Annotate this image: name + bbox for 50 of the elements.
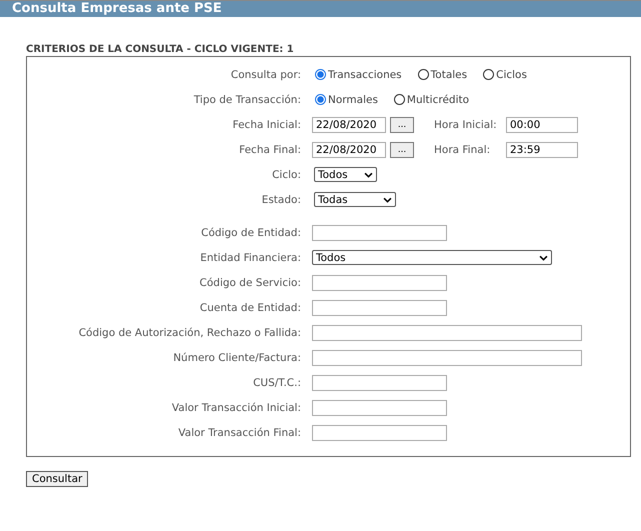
radio-label[interactable]: Multicrédito [406,94,470,106]
radio-label[interactable]: Ciclos [496,68,527,80]
date-field[interactable]: 22/08/2020 [312,142,386,158]
time-field[interactable]: 00:00 [506,116,578,132]
radio-button[interactable] [483,69,494,80]
text-field[interactable] [312,274,447,290]
page-title: Consulta Empresas ante PSE [12,1,222,17]
field-label: Fecha Final: [238,144,302,156]
field-label: Número Cliente/Factura: [172,352,302,364]
radio-button[interactable] [315,94,326,105]
date-field[interactable]: 22/08/2020 [312,116,386,132]
text-field[interactable] [312,374,447,390]
dropdown[interactable]: Todos [312,250,552,265]
dropdown[interactable]: Todas [314,192,396,207]
text-field[interactable] [312,350,582,366]
text-field[interactable] [312,224,447,240]
field-label: Valor Transacción Inicial: [170,402,302,414]
radio-button[interactable] [418,69,429,80]
chevron-down-icon [539,254,548,260]
field-label: Hora Final: [434,144,492,156]
text-field[interactable] [312,400,447,416]
field-label: Entidad Financiera: [199,252,302,264]
radio-button[interactable] [315,69,326,80]
field-label: Código de Autorización, Rechazo o Fallida: [78,326,302,338]
field-label: Valor Transacción Final: [177,426,302,438]
field-label: Código de Servicio: [198,276,302,288]
date-picker-button[interactable]: ... [390,142,414,158]
text-field[interactable] [312,424,447,440]
radio-button[interactable] [394,94,405,105]
field-label: Tipo de Transacción: [192,94,302,106]
field-label: Estado: [260,194,302,206]
field-label: Consulta por: [230,68,302,80]
section-title: CRITERIOS DE LA CONSULTA - CICLO VIGENTE: 1 [26,44,295,56]
chevron-down-icon [364,172,373,178]
field-label: Cuenta de Entidad: [198,302,302,314]
text-field[interactable] [312,324,582,340]
chevron-down-icon [383,196,392,202]
text-field[interactable] [312,300,447,316]
field-label: Fecha Inicial: [232,118,302,130]
field-label: Ciclo: [271,168,302,180]
date-picker-button[interactable]: ... [390,116,414,132]
field-label: CUS/T.C.: [252,376,302,388]
field-label: Hora Inicial: [434,118,498,130]
field-label: Código de Entidad: [200,226,302,238]
radio-label[interactable]: Totales [430,68,468,80]
time-field[interactable]: 23:59 [506,142,578,158]
dropdown[interactable]: Todos [314,167,377,182]
consultar-button[interactable]: Consultar [26,471,88,487]
radio-label[interactable]: Normales [328,94,378,106]
radio-label[interactable]: Transacciones [328,68,402,80]
